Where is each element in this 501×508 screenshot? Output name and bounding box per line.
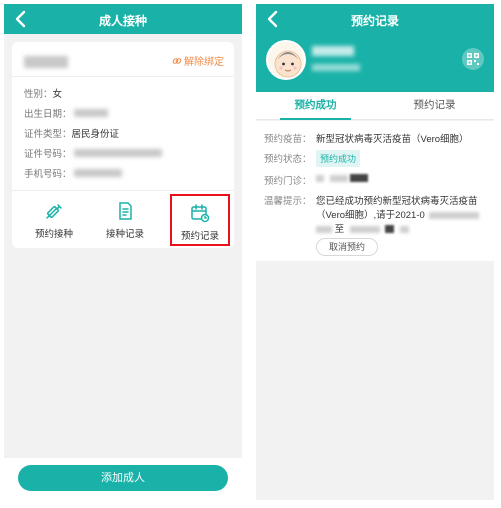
birth-label: 出生日期： <box>24 109 72 120</box>
profile-name-redacted <box>312 46 354 56</box>
phone-redacted <box>73 169 122 177</box>
cancel-booking-button[interactable]: 取消预约 <box>316 238 378 256</box>
profile-id-redacted <box>312 64 360 71</box>
clinic-value-redacted <box>316 173 369 184</box>
right-screen: 预约记录 预约成功 预约记录 预约疫苗： 新型冠状病毒灭活疫苗（Vero细胞） … <box>256 4 494 500</box>
person-name-redacted <box>24 56 68 68</box>
phone-label: 手机号码： <box>24 169 72 180</box>
calendar-clock-icon <box>191 204 210 223</box>
baby-avatar-icon <box>268 42 304 78</box>
tip-line-3-wrap: 至 <box>316 221 410 235</box>
id-type-label: 证件类型： <box>24 129 72 140</box>
profile-header <box>256 34 494 92</box>
book-vaccination-button[interactable]: 预约接种 <box>24 194 84 246</box>
gender-row: 性别： 女 <box>24 86 62 100</box>
action-label: 预约接种 <box>34 229 73 240</box>
link-icon <box>172 57 182 64</box>
action-bar: 预约接种 接种记录 预约记录 <box>12 194 234 248</box>
unbind-label: 解除绑定 <box>184 57 224 68</box>
qr-code-icon <box>467 53 479 65</box>
action-label: 接种记录 <box>105 229 144 240</box>
vaccine-value: 新型冠状病毒灭活疫苗（Vero细胞） <box>316 134 469 145</box>
divider <box>12 190 234 191</box>
gender-value: 女 <box>52 89 63 100</box>
id-number-label: 证件号码： <box>24 149 72 160</box>
birth-value-redacted <box>73 109 108 117</box>
add-adult-button[interactable]: 添加成人 <box>18 465 228 491</box>
status-badge: 预约成功 <box>316 150 361 167</box>
person-card: 解除绑定 性别： 女 出生日期： 证件类型： 居民身份证 证件号码： 手机号码： <box>12 42 234 248</box>
vaccine-label: 预约疫苗： <box>264 134 312 145</box>
bottom-bar: 添加成人 <box>4 458 242 500</box>
id-type-value: 居民身份证 <box>71 129 120 140</box>
status-label: 预约状态： <box>264 154 312 165</box>
right-header: 预约记录 <box>256 4 494 34</box>
page-title: 成人接种 <box>98 14 147 28</box>
tab-booking-records[interactable]: 预约记录 <box>375 92 494 120</box>
record-tabs: 预约成功 预约记录 <box>256 92 494 120</box>
booking-record-button[interactable]: 预约记录 <box>170 194 230 246</box>
booking-detail: 预约疫苗： 新型冠状病毒灭活疫苗（Vero细胞） 预约状态： 预约成功 预约门诊… <box>256 121 494 261</box>
page-title: 预约记录 <box>350 14 399 28</box>
clinic-label: 预约门诊： <box>264 176 312 187</box>
unbind-button[interactable]: 解除绑定 <box>172 53 224 68</box>
tip-label: 温馨提示： <box>264 196 312 207</box>
tip-line-3-mid: 至 <box>334 224 345 235</box>
left-screen: 成人接种 解除绑定 性别： 女 出生日期： 证件类型： 居民身份证 证件号码： <box>4 4 242 500</box>
id-type-row: 证件类型： 居民身份证 <box>24 126 119 140</box>
phone-row: 手机号码： <box>24 166 122 180</box>
tip-line-2: （Vero细胞）,请于2021-0 <box>316 210 425 221</box>
tip-line-2-wrap: （Vero细胞）,请于2021-0 <box>316 207 480 221</box>
birth-row: 出生日期： <box>24 106 108 120</box>
syringe-icon <box>46 204 62 219</box>
gender-label: 性别： <box>24 89 53 100</box>
left-header: 成人接种 <box>4 4 242 34</box>
avatar <box>266 40 306 80</box>
document-record-icon <box>119 202 132 220</box>
tip-line-1: 您已经成功预约新型冠状病毒灭活疫苗 <box>316 196 478 207</box>
divider <box>12 76 234 77</box>
id-number-redacted <box>73 149 162 157</box>
tab-booking-success[interactable]: 预约成功 <box>256 92 375 120</box>
vaccination-record-button[interactable]: 接种记录 <box>95 194 155 246</box>
id-number-row: 证件号码： <box>24 146 162 160</box>
qr-code-button[interactable] <box>462 48 484 70</box>
action-label: 预约记录 <box>180 231 219 242</box>
